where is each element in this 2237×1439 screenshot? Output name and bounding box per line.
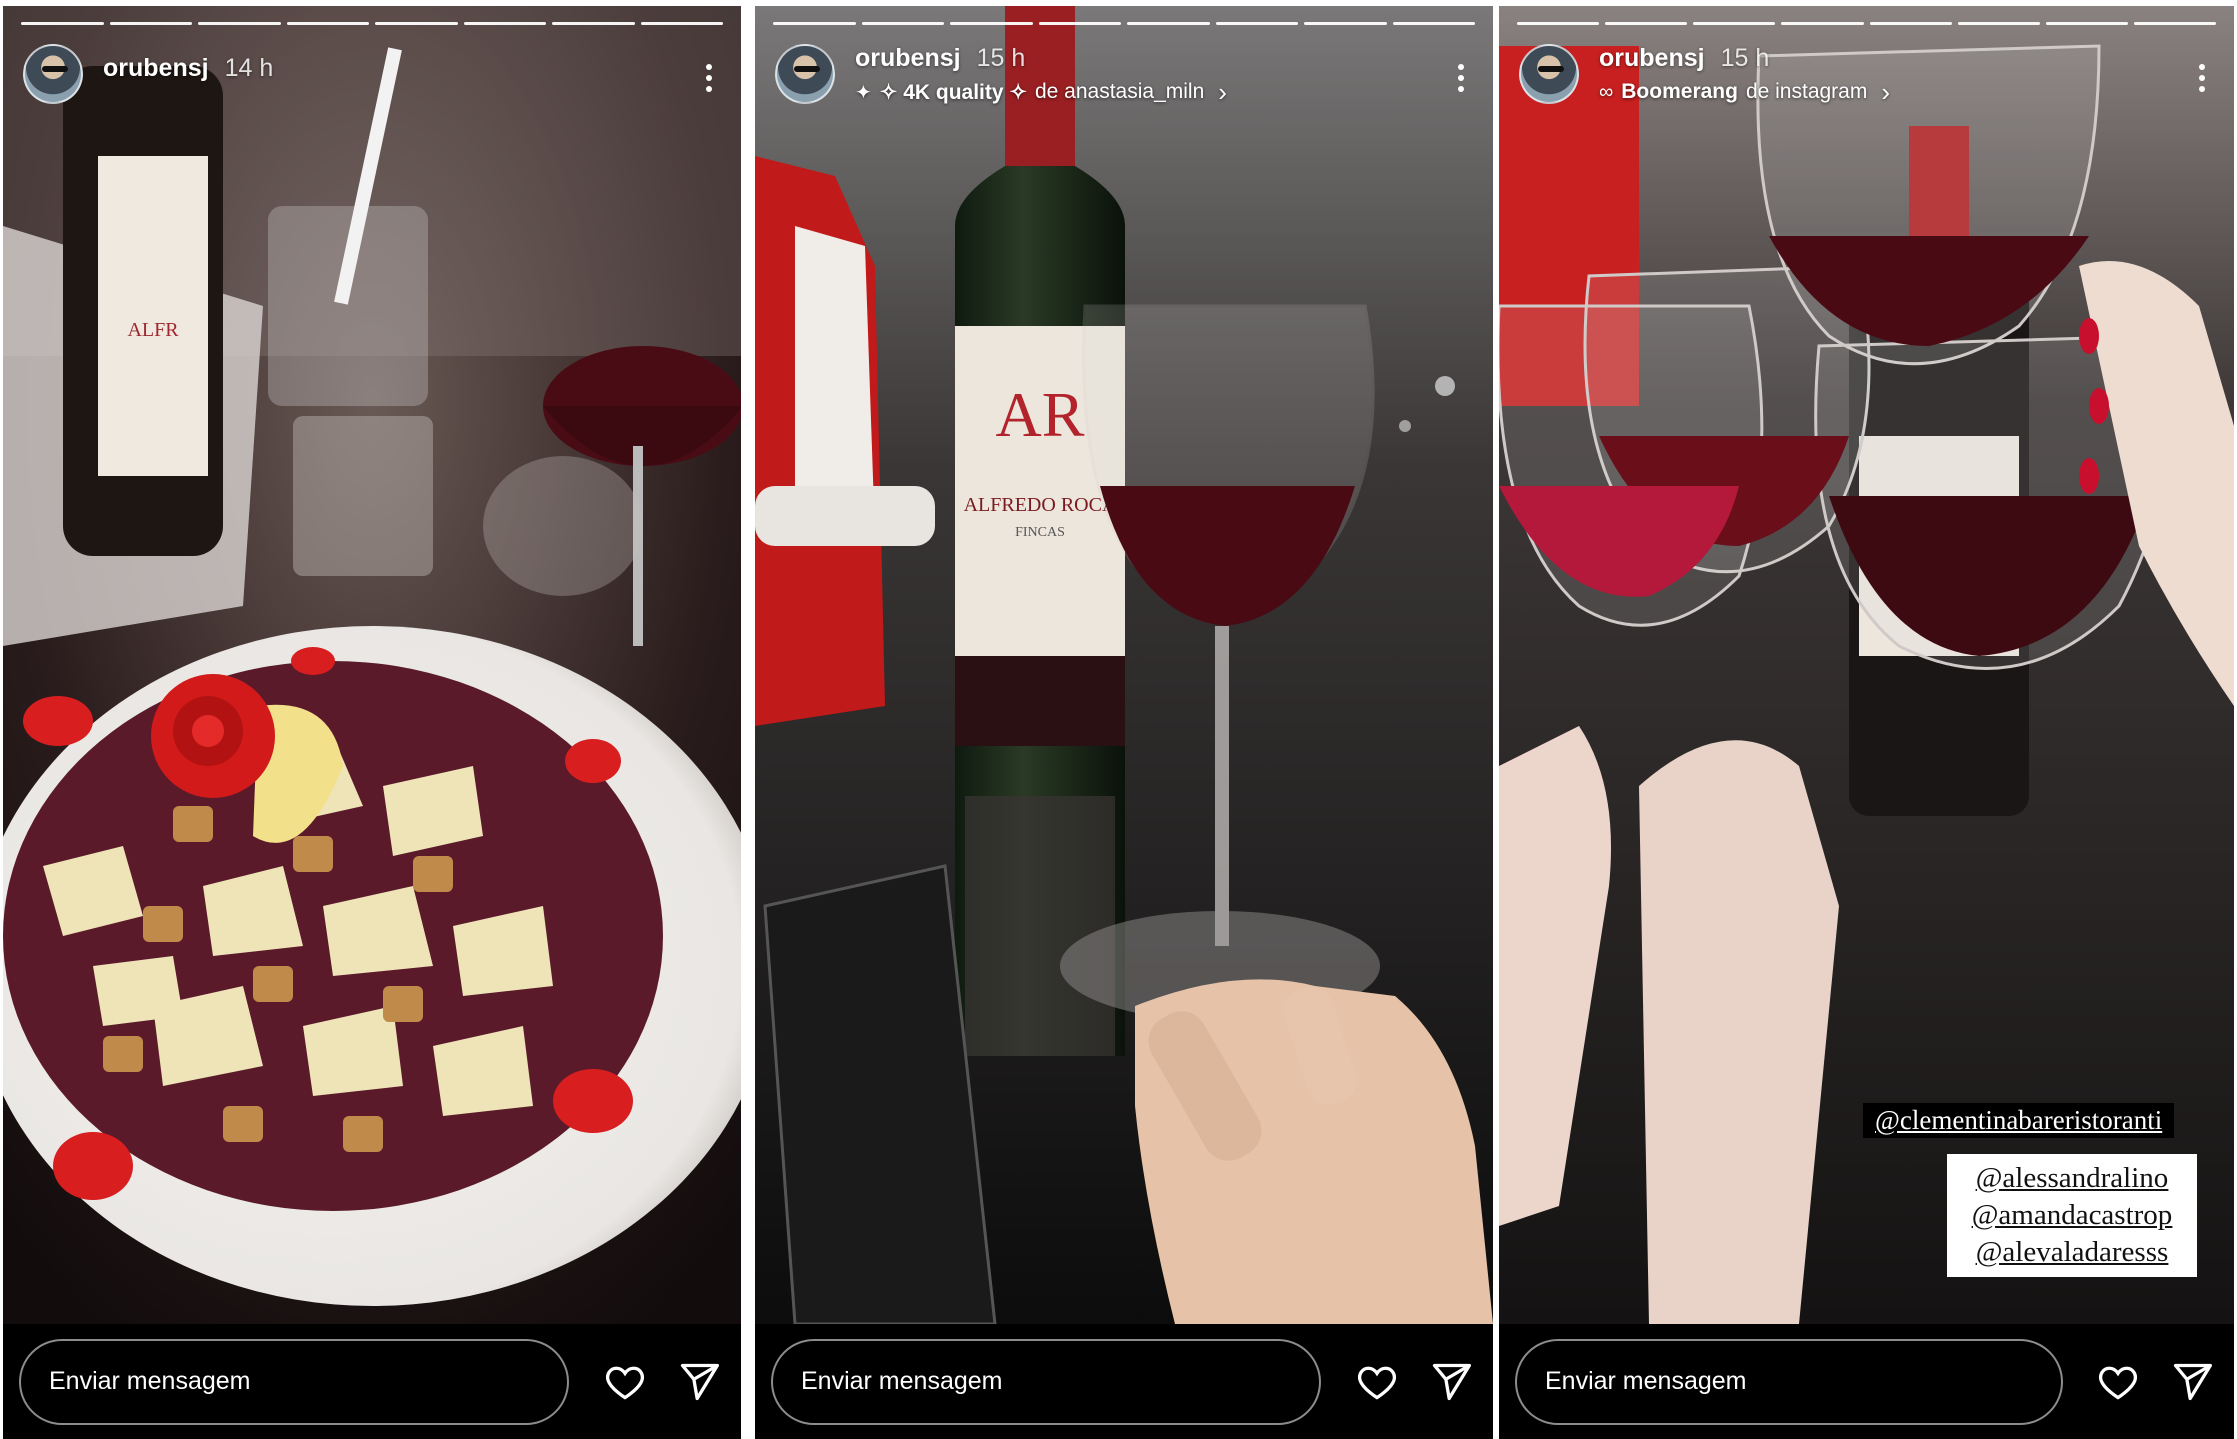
send-message-input[interactable]: Enviar mensagem <box>771 1338 1321 1425</box>
post-time: 14 h <box>224 54 274 82</box>
sparkle-icon: ✦ <box>855 81 872 104</box>
story-header: orubensj 14 h <box>23 44 721 108</box>
quality-label: ✧ 4K quality ✧ <box>879 80 1027 104</box>
effect-label: Boomerang <box>1621 80 1738 103</box>
avatar[interactable] <box>23 44 83 104</box>
source-label: de instagram <box>1745 80 1868 103</box>
story-audio-credit[interactable]: ✦ ✧ 4K quality ✧ de anastasia_miln › <box>855 79 1227 105</box>
mention-tag[interactable]: @alessandralino <box>1976 1160 2169 1197</box>
mention-tag[interactable]: @amandacastrop <box>1972 1197 2173 1234</box>
avatar[interactable] <box>775 44 835 104</box>
mention-tag-venue[interactable]: @clementinabareristoranti <box>1863 1103 2175 1138</box>
story-footer: Enviar mensagem <box>3 1324 741 1439</box>
story-header: orubensj 15 h ✦ ✧ 4K quality ✧ de anasta… <box>775 44 1473 108</box>
story-media-wine[interactable]: AR ALFREDO ROCA FINCAS <box>755 6 1493 1324</box>
post-time: 15 h <box>976 44 1026 72</box>
chevron-right-icon: › <box>1218 77 1227 107</box>
story-footer: Enviar mensagem <box>755 1324 1493 1439</box>
heart-icon[interactable] <box>2093 1356 2145 1408</box>
story-panel-3[interactable]: AR orubensj <box>1499 6 2234 1439</box>
username[interactable]: orubensj <box>103 54 209 83</box>
story-image-carpaccio: ALFR <box>3 6 741 1324</box>
story-header: orubensj 15 h ∞ Boomerang de instagram › <box>1519 44 2214 108</box>
avatar[interactable] <box>1519 44 1579 104</box>
more-vertical-icon[interactable] <box>1449 60 1473 96</box>
svg-text:FINCAS: FINCAS <box>1015 525 1065 540</box>
send-message-input[interactable]: Enviar mensagem <box>1515 1338 2063 1425</box>
mention-tag-group: @alessandralino @amandacastrop @alevalad… <box>1947 1154 2197 1277</box>
heart-icon[interactable] <box>1351 1356 1403 1408</box>
send-icon[interactable] <box>1425 1356 1477 1408</box>
story-effect-credit[interactable]: ∞ Boomerang de instagram › <box>1599 79 1890 105</box>
mention-tag[interactable]: @alevaladaresss <box>1976 1234 2169 1271</box>
svg-text:ALFREDO ROCA: ALFREDO ROCA <box>964 494 1117 516</box>
send-icon[interactable] <box>2166 1356 2218 1408</box>
more-vertical-icon[interactable] <box>697 60 721 96</box>
svg-text:ALFR: ALFR <box>127 319 179 341</box>
story-footer: Enviar mensagem <box>1499 1324 2234 1439</box>
story-panel-2[interactable]: AR ALFREDO ROCA FINCAS orubensj 15 h ✦ ✧… <box>755 6 1493 1439</box>
chevron-right-icon: › <box>1881 77 1891 107</box>
source-label: de anastasia_miln <box>1034 80 1205 103</box>
heart-icon[interactable] <box>599 1356 651 1408</box>
story-progress-bar <box>1517 22 2216 25</box>
more-vertical-icon[interactable] <box>2190 60 2214 96</box>
send-icon[interactable] <box>673 1356 725 1408</box>
send-message-input[interactable]: Enviar mensagem <box>19 1338 569 1425</box>
username[interactable]: orubensj <box>1599 44 1705 73</box>
story-progress-bar <box>21 22 723 25</box>
story-image-wine-bottle: AR ALFREDO ROCA FINCAS <box>755 6 1493 1324</box>
post-time: 15 h <box>1720 44 1770 72</box>
username[interactable]: orubensj <box>855 44 961 73</box>
story-media-food[interactable]: ALFR <box>3 6 741 1324</box>
story-progress-bar <box>773 22 1475 25</box>
story-panel-1[interactable]: ALFR orubensj 14 h Enviar mensagem <box>3 6 741 1439</box>
infinity-icon: ∞ <box>1599 80 1614 103</box>
svg-text:AR: AR <box>996 379 1085 450</box>
